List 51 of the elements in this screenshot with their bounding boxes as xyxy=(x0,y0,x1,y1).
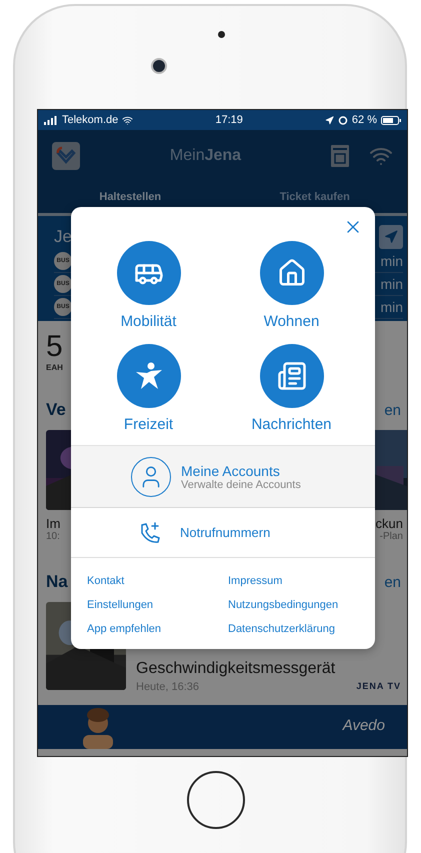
ad-brand: Avedo xyxy=(342,717,385,734)
app-title: MeinJena xyxy=(170,146,242,164)
event-title: Im xyxy=(46,516,60,531)
star-figure-icon xyxy=(134,361,164,391)
menu-tile[interactable]: Freizeit xyxy=(77,344,220,433)
battery-icon xyxy=(381,116,401,124)
footer-link[interactable]: Impressum xyxy=(228,575,359,587)
house-icon xyxy=(276,258,306,288)
signal-icon xyxy=(44,116,58,124)
event-time: 10: xyxy=(46,531,60,542)
location-arrow-icon xyxy=(384,230,398,244)
newspaper-icon xyxy=(276,361,306,391)
news-title: Geschwindigkeitsmessgerät xyxy=(136,660,336,678)
footer-link[interactable]: Einstellungen xyxy=(87,599,228,611)
section-heading: Na xyxy=(46,572,68,592)
news-source: JENA TV xyxy=(356,681,401,693)
count-caption: EAH xyxy=(46,363,64,372)
event-subtitle: -Plan xyxy=(380,531,403,542)
menu-tile[interactable]: Wohnen xyxy=(220,241,363,330)
footer-link[interactable]: Kontakt xyxy=(87,575,228,587)
app-logo-icon[interactable] xyxy=(52,142,80,170)
wifi-icon xyxy=(122,114,134,126)
ticket-machine-icon[interactable] xyxy=(331,144,349,166)
battery-percent: 62 % xyxy=(352,114,377,126)
home-button[interactable] xyxy=(187,771,245,829)
accounts-title: Meine Accounts xyxy=(181,462,281,478)
more-link[interactable]: en xyxy=(384,402,401,418)
clock-time: 17:19 xyxy=(215,114,243,126)
accounts-button[interactable]: Meine Accounts Verwalte deine Accounts xyxy=(71,445,375,508)
accounts-subtitle: Verwalte deine Accounts xyxy=(181,478,301,490)
location-icon xyxy=(324,116,334,124)
event-title: ckun xyxy=(376,516,403,531)
menu-tile[interactable]: Mobilität xyxy=(77,241,220,330)
count-value: 5 xyxy=(46,331,64,363)
stop-name: Je xyxy=(54,227,72,247)
more-link[interactable]: en xyxy=(384,574,401,590)
ad-banner[interactable]: Avedo xyxy=(38,705,407,749)
camera-dot xyxy=(151,58,167,74)
footer-link[interactable]: App empfehlen xyxy=(87,623,228,635)
departure-time: min xyxy=(380,276,403,292)
departure-time: min xyxy=(380,299,403,315)
speaker-dot xyxy=(218,31,225,38)
section-heading: Ve xyxy=(46,400,66,420)
departure-time: min xyxy=(380,253,403,269)
carrier-label: Telekom.de xyxy=(62,114,118,126)
footer-link[interactable]: Datenschutzerklärung xyxy=(228,623,359,635)
footer-link[interactable]: Nutzungsbedingungen xyxy=(228,599,359,611)
news-time: Heute, 16:36 xyxy=(136,681,199,693)
emergency-button[interactable]: Notrufnummern xyxy=(71,508,375,558)
locate-button[interactable] xyxy=(379,225,403,249)
menu-tile[interactable]: Nachrichten xyxy=(220,344,363,433)
